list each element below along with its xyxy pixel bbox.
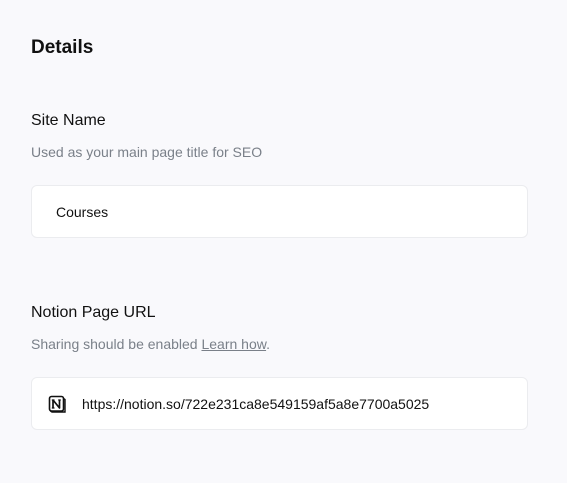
- site-name-input[interactable]: [56, 201, 496, 222]
- learn-how-link[interactable]: Learn how: [201, 336, 266, 352]
- notion-logo-icon: [48, 395, 66, 413]
- notion-url-field[interactable]: [31, 377, 528, 430]
- site-name-help: Used as your main page title for SEO: [31, 144, 263, 160]
- notion-url-input[interactable]: [82, 393, 502, 414]
- notion-url-help-suffix: .: [266, 336, 270, 352]
- notion-url-label: Notion Page URL: [31, 304, 156, 321]
- site-name-field[interactable]: [31, 185, 528, 238]
- notion-url-help-text: Sharing should be enabled: [31, 336, 202, 352]
- section-title: Details: [31, 37, 94, 58]
- notion-url-help: Sharing should be enabled Learn how.: [31, 335, 270, 353]
- site-name-label: Site Name: [31, 112, 106, 129]
